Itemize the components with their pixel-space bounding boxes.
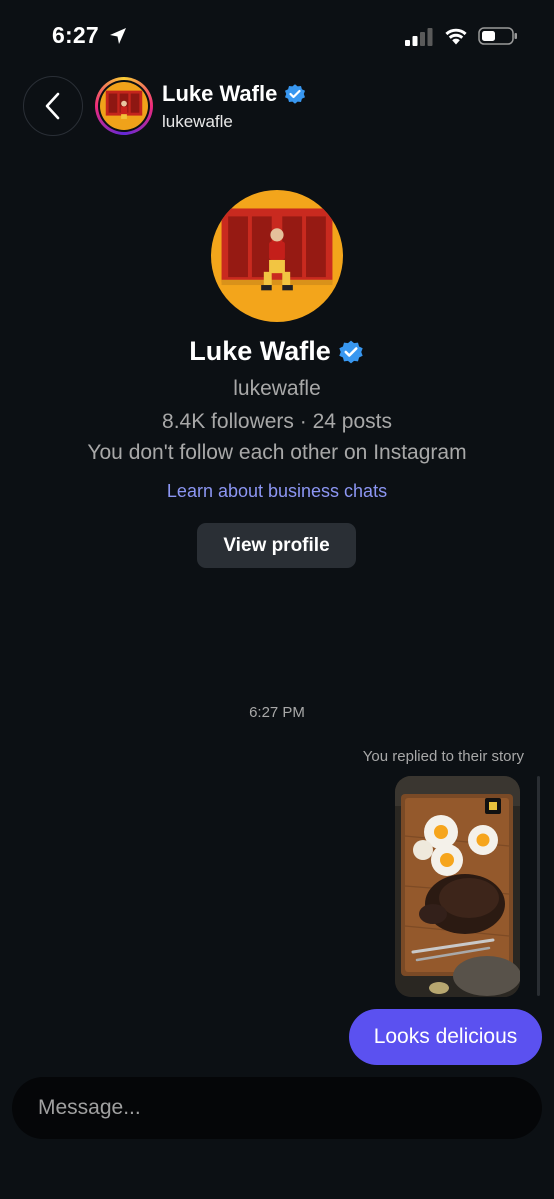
cellular-signal-icon bbox=[405, 28, 433, 46]
story-reply-label: You replied to their story bbox=[362, 748, 524, 765]
message-composer[interactable] bbox=[12, 1077, 542, 1139]
header-name: Luke Wafle bbox=[162, 81, 278, 106]
header-title[interactable]: Luke Wafle bbox=[162, 81, 307, 107]
follow-status: You don't follow each other on Instagram bbox=[87, 441, 467, 464]
sent-message-bubble[interactable]: Looks delicious bbox=[349, 1009, 542, 1065]
learn-business-chats-link[interactable]: Learn about business chats bbox=[0, 481, 554, 502]
profile-stats: 8.4K followers · 24 posts bbox=[162, 410, 392, 433]
status-time: 6:27 bbox=[52, 22, 99, 48]
story-thumbnail[interactable] bbox=[395, 776, 520, 997]
verified-badge-icon bbox=[285, 84, 306, 104]
chat-scrollbar[interactable] bbox=[537, 776, 540, 996]
location-arrow-icon bbox=[110, 28, 126, 44]
header-username: lukewafle bbox=[162, 112, 233, 131]
header-avatar-photo bbox=[100, 82, 148, 130]
profile-name: Luke Wafle bbox=[189, 336, 331, 366]
battery-icon bbox=[478, 27, 517, 45]
view-profile-button[interactable]: View profile bbox=[197, 523, 356, 568]
message-timestamp: 6:27 PM bbox=[249, 704, 305, 721]
header-avatar[interactable] bbox=[95, 77, 153, 135]
back-chevron-icon bbox=[45, 92, 60, 120]
message-input[interactable] bbox=[36, 1095, 500, 1121]
back-button[interactable] bbox=[23, 76, 83, 136]
profile-name-row: Luke Wafle bbox=[0, 336, 554, 367]
wifi-icon bbox=[445, 28, 467, 45]
profile-photo[interactable] bbox=[211, 190, 343, 322]
profile-username: lukewafle bbox=[233, 377, 321, 400]
verified-badge-icon bbox=[339, 340, 363, 363]
